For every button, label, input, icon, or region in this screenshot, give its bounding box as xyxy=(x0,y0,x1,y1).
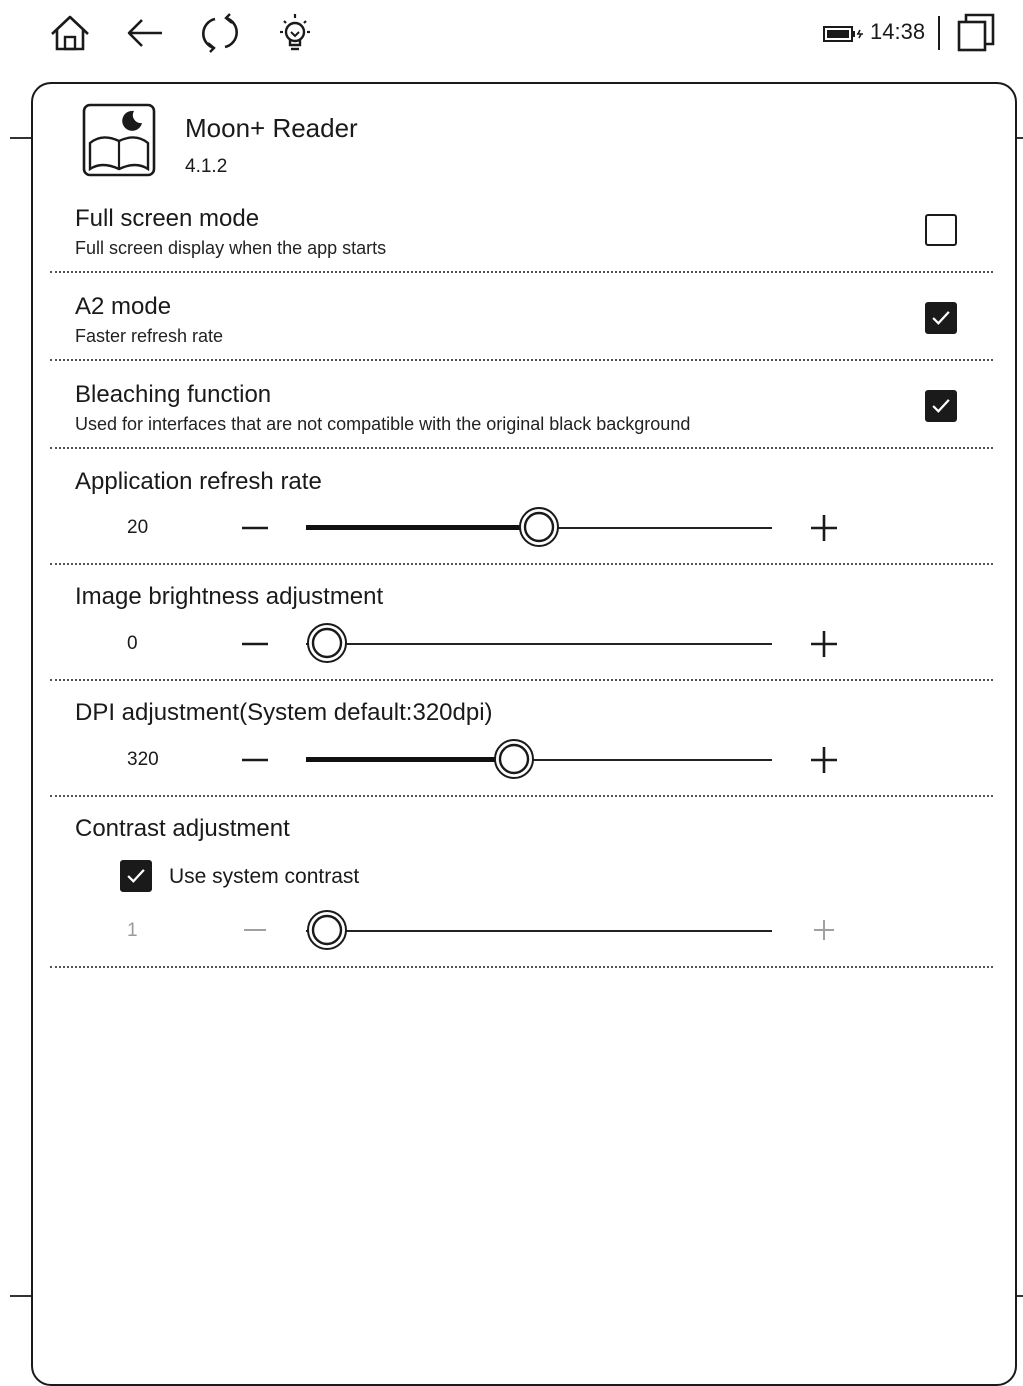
bleaching-description: Used for interfaces that are not compati… xyxy=(75,414,691,434)
plus-icon xyxy=(811,631,837,657)
a2-mode-description: Faster refresh rate xyxy=(75,326,224,346)
dpi-slider[interactable] xyxy=(306,739,772,779)
separator xyxy=(50,447,993,449)
recent-apps-icon[interactable] xyxy=(956,12,998,54)
separator xyxy=(50,679,993,681)
refresh-rate-title: Application refresh rate xyxy=(75,468,322,495)
dpi-minus-button[interactable] xyxy=(239,744,271,776)
minus-icon xyxy=(244,929,266,931)
check-icon xyxy=(127,869,145,883)
image-brightness-slider-thumb[interactable] xyxy=(306,622,348,664)
refresh-rate-slider[interactable] xyxy=(306,507,772,547)
book-moon-icon xyxy=(82,103,156,177)
plus-icon xyxy=(811,515,837,541)
check-icon xyxy=(932,311,950,325)
dpi-title: DPI adjustment(System default:320dpi) xyxy=(75,699,493,726)
edge-line xyxy=(10,137,32,139)
image-brightness-title: Image brightness adjustment xyxy=(75,583,384,610)
refresh-rate-plus-button[interactable] xyxy=(808,512,840,544)
minus-icon xyxy=(242,526,268,530)
dpi-value: 320 xyxy=(127,749,159,770)
dpi-slider-fill xyxy=(306,757,514,762)
app-version: 4.1.2 xyxy=(185,156,228,177)
edge-line xyxy=(10,1295,32,1297)
contrast-value: 1 xyxy=(127,920,138,941)
separator xyxy=(50,563,993,565)
bleaching-checkbox[interactable] xyxy=(925,390,957,422)
status-divider xyxy=(938,16,940,50)
image-brightness-value: 0 xyxy=(127,633,138,654)
refresh-rate-minus-button[interactable] xyxy=(239,512,271,544)
bleaching-title: Bleaching function xyxy=(75,381,272,408)
separator xyxy=(50,359,993,361)
minus-icon xyxy=(242,642,268,646)
separator xyxy=(50,966,993,968)
separator xyxy=(50,795,993,797)
contrast-slider xyxy=(306,910,772,950)
settings-dialog xyxy=(31,82,1017,1386)
refresh-rate-value: 20 xyxy=(127,517,149,538)
image-brightness-plus-button[interactable] xyxy=(808,628,840,660)
contrast-plus-button xyxy=(808,914,840,946)
full-screen-checkbox[interactable] xyxy=(925,214,957,246)
separator xyxy=(50,271,993,273)
use-system-contrast-checkbox[interactable] xyxy=(120,860,152,892)
status-time: 14:38 xyxy=(870,19,926,44)
plus-icon xyxy=(811,747,837,773)
contrast-minus-button xyxy=(239,914,271,946)
full-screen-title: Full screen mode xyxy=(75,205,260,232)
contrast-title: Contrast adjustment xyxy=(75,815,290,842)
a2-mode-title: A2 mode xyxy=(75,293,172,320)
dpi-slider-thumb[interactable] xyxy=(493,738,535,780)
image-brightness-slider[interactable] xyxy=(306,623,772,663)
a2-mode-checkbox[interactable] xyxy=(925,302,957,334)
refresh-rate-slider-fill xyxy=(306,525,539,530)
refresh-rate-slider-thumb[interactable] xyxy=(518,506,560,548)
check-icon xyxy=(932,399,950,413)
home-icon[interactable] xyxy=(47,10,93,56)
minus-icon xyxy=(242,758,268,762)
battery-icon xyxy=(823,25,865,43)
app-name: Moon+ Reader xyxy=(185,113,358,143)
dpi-plus-button[interactable] xyxy=(808,744,840,776)
image-brightness-minus-button[interactable] xyxy=(239,628,271,660)
lightbulb-icon[interactable] xyxy=(272,10,318,56)
use-system-contrast-label: Use system contrast xyxy=(169,865,360,888)
contrast-slider-thumb xyxy=(306,909,348,951)
plus-icon xyxy=(814,920,834,940)
back-icon[interactable] xyxy=(122,10,168,56)
full-screen-description: Full screen display when the app starts xyxy=(75,238,387,258)
refresh-icon[interactable] xyxy=(197,10,243,56)
